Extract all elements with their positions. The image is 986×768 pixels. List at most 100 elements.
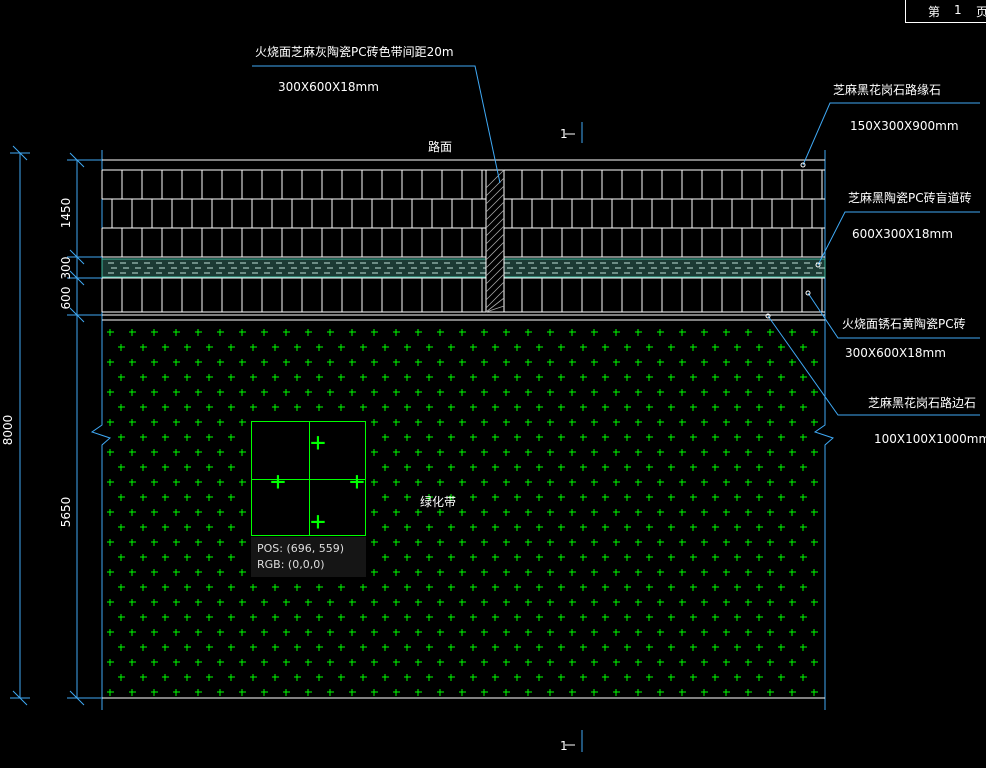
grass-mark [747, 419, 749, 426]
grass-mark [714, 344, 716, 351]
grass-mark [571, 569, 573, 576]
grass-mark [208, 404, 210, 411]
grass-mark [219, 389, 221, 396]
grass-mark [186, 584, 188, 591]
grass-mark [549, 509, 551, 516]
grass-mark [109, 569, 111, 576]
grass-mark [318, 404, 320, 411]
grass-mark [373, 659, 375, 666]
grass-mark [439, 479, 441, 486]
grass-mark [428, 464, 430, 471]
grass-mark [219, 509, 221, 516]
grass-mark [164, 434, 166, 441]
grass-mark [780, 494, 782, 501]
grass-mark [483, 449, 485, 456]
grass-mark [736, 584, 738, 591]
grass-mark [230, 614, 232, 621]
grass-mark [813, 629, 815, 636]
grass-mark [483, 389, 485, 396]
grass-mark [714, 614, 716, 621]
grass-mark [186, 404, 188, 411]
grass-mark [252, 644, 254, 651]
grass-mark [461, 389, 463, 396]
grass-mark [560, 614, 562, 621]
grass-mark [175, 689, 177, 696]
grass-mark [670, 614, 672, 621]
grass-mark [142, 644, 144, 651]
grass-mark [571, 629, 573, 636]
grass-mark [153, 629, 155, 636]
grass-mark [549, 419, 551, 426]
grass-mark [395, 419, 397, 426]
grass-mark [483, 539, 485, 546]
grass-mark [109, 689, 111, 696]
grass-mark [626, 524, 628, 531]
page-prefix: 第 [928, 5, 941, 19]
plus-icon: + [270, 467, 286, 497]
grass-mark [329, 629, 331, 636]
grass-mark [461, 359, 463, 366]
grass-mark [791, 689, 793, 696]
grass-mark [538, 494, 540, 501]
grass-mark [208, 524, 210, 531]
grass-mark [406, 374, 408, 381]
grass-mark [164, 674, 166, 681]
grass-mark [769, 569, 771, 576]
grass-mark [747, 599, 749, 606]
grass-mark [626, 644, 628, 651]
grass-mark [450, 644, 452, 651]
grass-mark [406, 344, 408, 351]
grass-mark [131, 689, 133, 696]
grass-mark [329, 599, 331, 606]
grass-mark [109, 539, 111, 546]
grass-mark [373, 599, 375, 606]
grass-mark [109, 329, 111, 336]
grass-mark [802, 434, 804, 441]
grass-mark [571, 539, 573, 546]
grass-mark [175, 599, 177, 606]
grass-mark [725, 659, 727, 666]
grass-mark [692, 404, 694, 411]
grass-mark [120, 404, 122, 411]
grass-mark [560, 494, 562, 501]
grass-mark [362, 674, 364, 681]
grass-mark [560, 404, 562, 411]
grass-mark [461, 629, 463, 636]
grass-mark [153, 569, 155, 576]
grass-mark [604, 554, 606, 561]
grass-mark [241, 509, 243, 516]
grass-mark [241, 539, 243, 546]
grass-mark [725, 539, 727, 546]
magnifier-loupe: + + + + [251, 421, 366, 536]
grass-mark [626, 464, 628, 471]
grass-mark [274, 644, 276, 651]
grass-mark [725, 629, 727, 636]
grass-mark [582, 434, 584, 441]
grass-mark [274, 584, 276, 591]
grass-mark [131, 599, 133, 606]
grass-mark [175, 419, 177, 426]
grass-mark [164, 404, 166, 411]
grass-mark [703, 419, 705, 426]
grass-mark [538, 344, 540, 351]
grass-mark [593, 569, 595, 576]
grass-mark [241, 629, 243, 636]
grass-mark [505, 419, 507, 426]
grass-mark [351, 689, 353, 696]
grass-mark [692, 614, 694, 621]
grass-mark [153, 449, 155, 456]
grass-mark [626, 494, 628, 501]
grass-mark [670, 434, 672, 441]
rgb-label: RGB: [257, 558, 285, 571]
blind-tile-band [101, 258, 826, 278]
grass-mark [692, 674, 694, 681]
grass-mark [802, 494, 804, 501]
grass-mark [626, 344, 628, 351]
grass-mark [505, 599, 507, 606]
grass-mark [692, 494, 694, 501]
grass-mark [494, 434, 496, 441]
grass-mark [549, 479, 551, 486]
grass-mark [791, 479, 793, 486]
grass-mark [252, 584, 254, 591]
pos-label: POS: [257, 542, 283, 555]
